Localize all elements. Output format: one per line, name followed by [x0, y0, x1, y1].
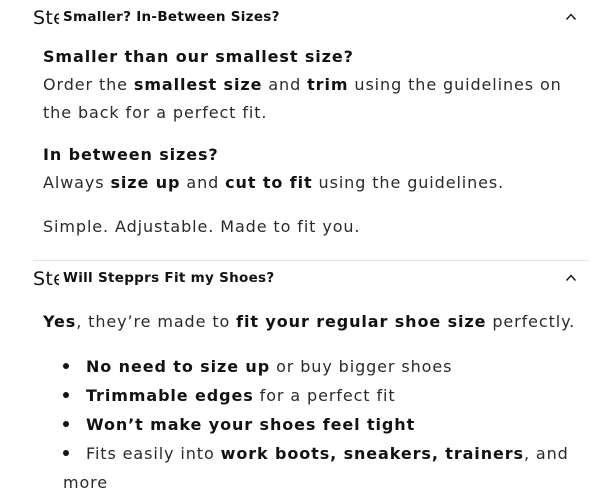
accordion-header-sizes[interactable]: Steppr Smaller? In-Between Sizes? [33, 0, 589, 36]
fit-list: No need to size up or buy bigger shoes T… [43, 352, 579, 497]
bullet-icon [63, 450, 69, 456]
list-item: Fits easily into work boots, sneakers, t… [63, 444, 569, 492]
chevron-up-icon[interactable] [565, 12, 577, 22]
fit-intro: Yes, they’re made to fit your regular sh… [43, 312, 576, 331]
accordion-content-sizes: Smaller than our smallest size? Order th… [33, 36, 589, 241]
accordion-title: Smaller? In-Between Sizes? [63, 9, 280, 25]
list-item: Trimmable edges for a perfect fit [63, 381, 579, 410]
chevron-up-icon[interactable] [565, 273, 577, 283]
accordion-header-fit[interactable]: Steppr Will Stepprs Fit my Shoes? [33, 261, 589, 297]
accordion-title: Will Stepprs Fit my Shoes? [63, 270, 275, 286]
tagline: Simple. Adjustable. Made to fit you. [43, 217, 361, 236]
question-in-between: In between sizes? [43, 145, 219, 164]
answer-smaller: Order the smallest size and trim using t… [43, 75, 562, 122]
bullet-icon [63, 363, 69, 369]
list-item: No need to size up or buy bigger shoes [63, 352, 579, 381]
bullet-icon [63, 421, 69, 427]
answer-in-between: Always size up and cut to fit using the … [43, 173, 505, 192]
bullet-icon [63, 392, 69, 398]
accordion-fit: Steppr Will Stepprs Fit my Shoes? Yes, t… [33, 260, 589, 497]
accordion-prefix-icon: Steppr [33, 7, 59, 29]
question-smaller: Smaller than our smallest size? [43, 47, 354, 66]
accordion-sizes: Steppr Smaller? In-Between Sizes? Smalle… [33, 0, 589, 241]
accordion-prefix-icon: Steppr [33, 268, 59, 290]
list-item: Won’t make your shoes feel tight [63, 410, 579, 439]
accordion-content-fit: Yes, they’re made to fit your regular sh… [33, 297, 589, 497]
